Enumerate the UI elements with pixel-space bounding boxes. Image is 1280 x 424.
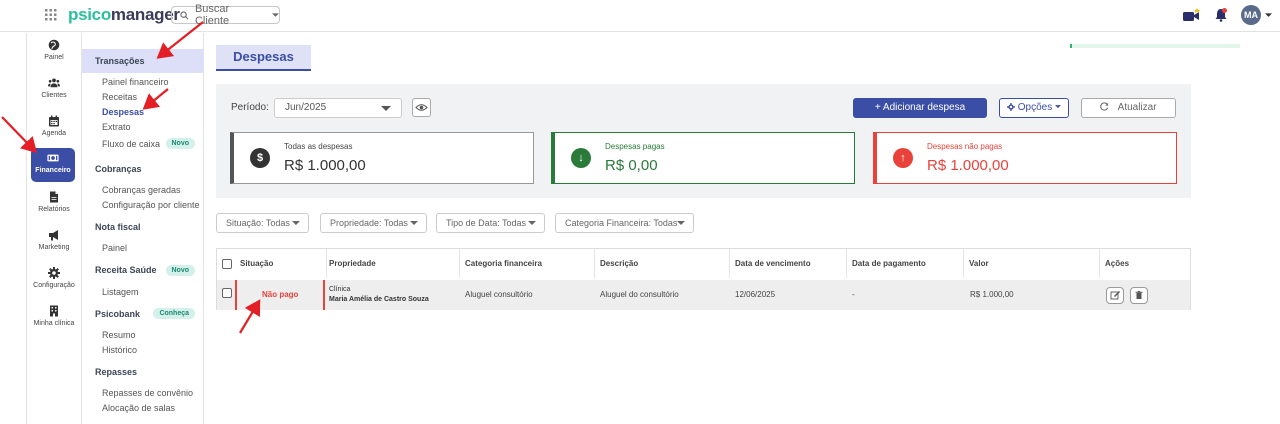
annotation-arrows [1,21,261,334]
annotation-arrow [1,116,38,154]
annotation-arrow [239,299,261,334]
red-arrow-group [1,21,261,334]
annotation-arrow [156,21,204,59]
annotation-arrow [142,88,169,110]
